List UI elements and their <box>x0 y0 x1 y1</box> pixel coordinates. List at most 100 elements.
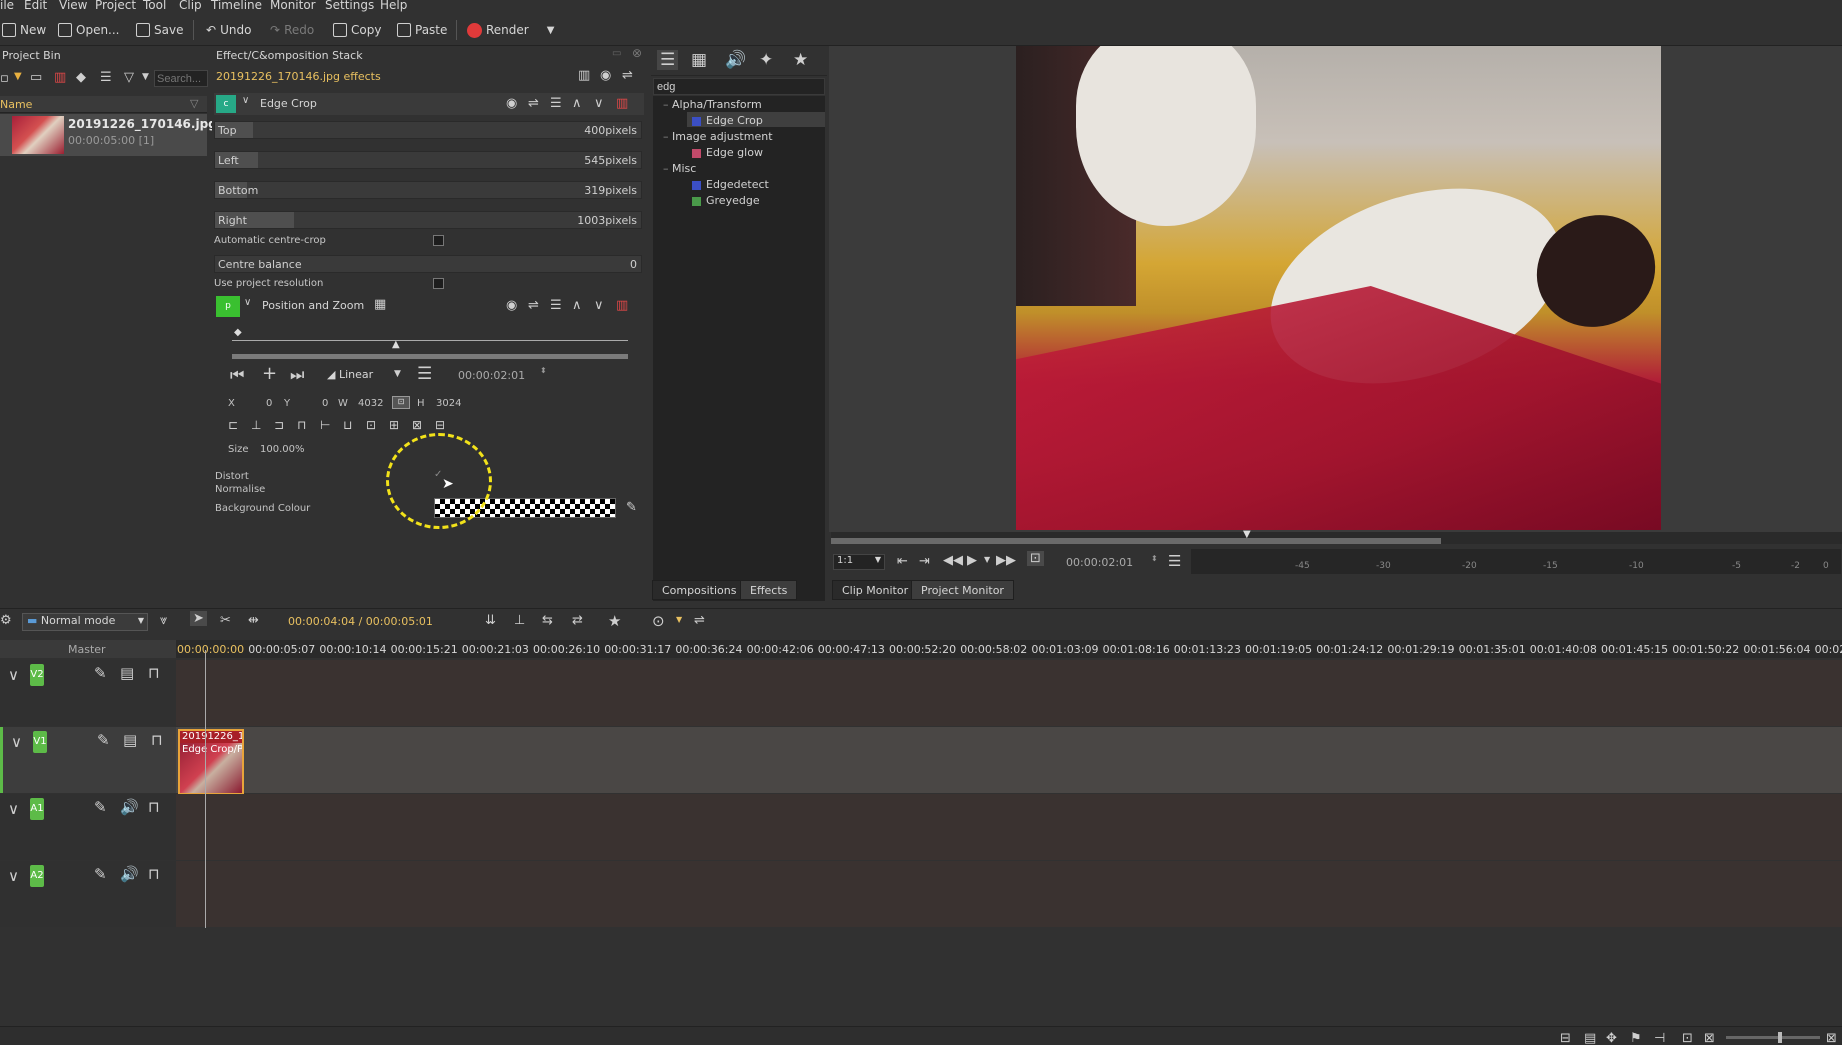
chevron-down-icon[interactable]: ▼ <box>142 72 149 82</box>
menu-icon[interactable]: ☰ <box>1168 552 1181 570</box>
master-header[interactable]: Master <box>0 640 176 658</box>
track-badge[interactable]: A2 <box>30 865 44 887</box>
paste-button[interactable]: Paste <box>397 20 447 40</box>
chevron-down-icon[interactable]: ▼ <box>547 25 555 36</box>
redo-button[interactable]: ↷ Redo <box>270 20 314 40</box>
float-icon[interactable]: ▭ <box>612 48 621 59</box>
align-bottom-icon[interactable]: ⊔ <box>343 418 352 432</box>
zoom-fit-icon[interactable]: ⊡ <box>1682 1031 1693 1045</box>
copy-button[interactable]: Copy <box>333 20 381 40</box>
x-value[interactable]: 0 <box>266 398 272 409</box>
undo-button[interactable]: ↶ Undo <box>206 20 251 40</box>
position-zoom-header[interactable]: p ∨ Position and Zoom ▦ ◉ ⇌ ☰ ∧ ∨ ▥ <box>214 295 644 317</box>
fit-frame-icon[interactable]: ⊡ <box>366 418 376 432</box>
flag-icon[interactable]: ⚑ <box>1630 1031 1642 1045</box>
track-badge[interactable]: V2 <box>30 664 44 686</box>
bin-search-input[interactable] <box>154 70 208 87</box>
tab-effects[interactable]: Effects <box>740 580 798 600</box>
move-down-icon[interactable]: ∨ <box>594 96 604 111</box>
tab-clip-monitor[interactable]: Clip Monitor <box>832 580 919 600</box>
film-icon[interactable]: ▤ <box>1584 1031 1596 1045</box>
delete-icon[interactable]: ▥ <box>54 70 66 85</box>
favorites-icon[interactable]: ★ <box>608 612 621 630</box>
effects-icon[interactable]: ✎ <box>97 731 110 749</box>
menu-icon[interactable]: ☰ <box>417 364 432 384</box>
overwrite-icon[interactable]: ⊥ <box>514 613 525 628</box>
list-icon[interactable]: ☰ <box>100 70 112 85</box>
timeline-timecode[interactable]: 00:00:04:04 / 00:00:05:01 <box>288 615 433 628</box>
film-icon[interactable]: ▤ <box>120 664 134 682</box>
move-up-icon[interactable]: ∧ <box>572 96 582 111</box>
insert-icon[interactable]: ⇊ <box>485 613 496 628</box>
spacer-icon[interactable]: ⇹ <box>248 613 259 628</box>
crop-icon[interactable]: ⊡ <box>1027 551 1044 566</box>
menu-project[interactable]: Project <box>95 0 136 12</box>
effects-icon[interactable]: ✎ <box>94 865 107 883</box>
tools-icon[interactable]: ⚙ <box>0 613 12 628</box>
edge-crop-header[interactable]: c ∨ Edge Crop ◉ ⇌ ☰ ∧ ∨ ▥ <box>214 93 644 115</box>
lock-icon[interactable]: ⊓ <box>148 865 160 883</box>
delete-icon[interactable]: ▥ <box>616 298 628 313</box>
align-left-icon[interactable]: ⊏ <box>228 418 238 432</box>
align-hcenter-icon[interactable]: ⊥ <box>251 418 261 432</box>
zoom-slider[interactable] <box>1726 1032 1820 1043</box>
menu-edit[interactable]: Edit <box>24 0 47 12</box>
keyframe-graph-icon[interactable]: ▦ <box>374 297 386 312</box>
zoom-in-icon[interactable]: ⊠ <box>1826 1031 1837 1045</box>
use-project-resolution-checkbox[interactable] <box>433 278 444 289</box>
previous-keyframe-icon[interactable]: ⏮ <box>230 365 244 385</box>
tag-icon[interactable]: ◆ <box>76 70 86 85</box>
tree-item-greyedge[interactable]: Greyedge <box>692 194 760 207</box>
preview-render-icon[interactable]: ⊙ <box>652 612 665 630</box>
menu-help[interactable]: Help <box>380 0 407 12</box>
list-view-icon[interactable]: ☰ <box>657 50 679 70</box>
lift-icon[interactable]: ⇄ <box>572 613 583 628</box>
speaker-icon[interactable]: 🔊 <box>120 798 139 816</box>
audio-effects-icon[interactable]: 🔊 <box>725 50 746 70</box>
move-down-icon[interactable]: ∨ <box>594 298 604 313</box>
track-a2[interactable]: ∨ A2 ✎ 🔊 ⊓ <box>0 861 1842 927</box>
settings-icon[interactable]: ⇌ <box>622 68 633 83</box>
chevron-down-icon[interactable]: ∨ <box>242 95 249 106</box>
snap-icon[interactable]: ⊟ <box>1560 1031 1571 1045</box>
interpolation-select[interactable]: ◢ Linear <box>327 368 387 384</box>
razor-icon[interactable]: ✂ <box>220 613 231 628</box>
eye-icon[interactable]: ◉ <box>506 298 517 313</box>
spin-icon[interactable]: ⬍ <box>540 366 547 375</box>
right-slider[interactable]: Right 1003pixels <box>214 211 642 229</box>
rewind-icon[interactable]: ◀◀ <box>943 553 963 568</box>
move-up-icon[interactable]: ∧ <box>572 298 582 313</box>
top-slider[interactable]: Top 400pixels <box>214 121 642 139</box>
tab-project-monitor[interactable]: Project Monitor <box>911 580 1014 600</box>
open-button[interactable]: Open... <box>58 20 120 40</box>
chevron-down-icon[interactable]: ▼ <box>676 615 682 624</box>
add-keyframe-icon[interactable]: + <box>262 363 277 384</box>
track-v1[interactable]: ∨ V1 ✎ ▤ ⊓ 20191226_1 Edge Crop/P <box>0 727 1842 795</box>
split-audio-icon[interactable]: ✥ <box>1606 1031 1617 1045</box>
close-icon[interactable]: ⊗ <box>632 46 642 60</box>
spin-icon[interactable]: ⬍ <box>1151 554 1158 563</box>
keyframe-timecode[interactable]: 00:00:02:01 <box>458 369 525 382</box>
film-icon[interactable]: ▤ <box>123 731 137 749</box>
split-view-icon[interactable]: ▥ <box>578 68 590 83</box>
favorites-icon[interactable]: ★ <box>793 50 808 70</box>
w-value[interactable]: 4032 <box>358 398 383 409</box>
tree-group-alpha-transform[interactable]: – Alpha/Transform <box>663 98 762 111</box>
tree-group-misc[interactable]: – Misc <box>663 162 696 175</box>
bottom-slider[interactable]: Bottom 319pixels <box>214 181 642 199</box>
menu-timeline[interactable]: Timeline <box>211 0 262 12</box>
save-button[interactable]: Save <box>136 20 183 40</box>
compare-icon[interactable]: ⇌ <box>528 96 539 111</box>
align-right-icon[interactable]: ⊐ <box>274 418 284 432</box>
size-value[interactable]: 100.00% <box>260 444 305 455</box>
timeline-playhead[interactable] <box>205 650 206 928</box>
edit-mode-select[interactable]: ▬ Normal mode ▼ <box>22 613 148 631</box>
y-value[interactable]: 0 <box>322 398 328 409</box>
monitor-ruler[interactable]: ▼ <box>831 529 1842 544</box>
zoom-select[interactable]: 1:1 ▼ <box>833 554 885 570</box>
auto-centre-crop-checkbox[interactable] <box>433 235 444 246</box>
set-in-icon[interactable]: ⇤ <box>897 554 908 569</box>
lock-ratio-icon[interactable]: ⊡ <box>392 396 410 409</box>
open-folder-icon[interactable]: ▭ <box>30 70 42 85</box>
h-value[interactable]: 3024 <box>436 398 461 409</box>
